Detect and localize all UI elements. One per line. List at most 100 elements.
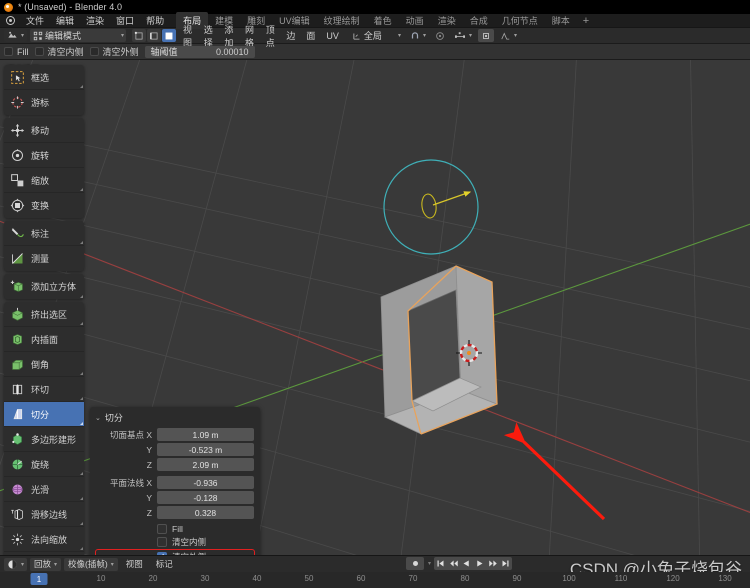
play-reverse-button[interactable] [460, 557, 473, 570]
tool-bevel[interactable]: 倒角 [4, 352, 84, 377]
field-value[interactable]: 2.09 m [157, 458, 254, 471]
menu-add[interactable]: 添加 [220, 23, 238, 49]
tool-label: 旋转 [31, 150, 50, 161]
timeline-editor-icon[interactable]: ▾ [4, 557, 28, 571]
auto-keying-icon[interactable] [406, 557, 424, 570]
timeline-menu-view[interactable]: 视图 [121, 558, 148, 570]
tool-loop-cut[interactable]: 环切 [4, 377, 84, 402]
menu-file[interactable]: 文件 [20, 13, 50, 28]
face-select-mode[interactable] [162, 29, 177, 42]
tool-annotate[interactable]: 标注 [4, 221, 84, 246]
checkbox-box-checked: ✓ [157, 552, 167, 555]
tab-compositing[interactable]: 合成 [463, 12, 495, 29]
prev-keyframe-button[interactable] [447, 557, 460, 570]
field-label: 切面基点 X [109, 429, 152, 440]
keying-popover-button[interactable]: 校像(插帧) ▾ [64, 557, 118, 571]
pivot-point-icon[interactable]: ▾ [451, 29, 475, 42]
tick-40: 40 [252, 574, 262, 583]
field-value[interactable]: -0.936 [157, 476, 254, 489]
operator-field-plane-normal-x[interactable]: 平面法线 X -0.936 [96, 476, 254, 489]
operator-field-plane-point-y[interactable]: Y -0.523 m [96, 443, 254, 456]
timeline-menu-marker[interactable]: 标记 [151, 558, 178, 570]
tool-smooth[interactable]: 光滑 [4, 477, 84, 502]
tool-transform[interactable]: 变换 [4, 193, 84, 218]
tool-measure[interactable]: 测量 [4, 246, 84, 271]
operator-field-plane-point-z[interactable]: Z 2.09 m [96, 458, 254, 471]
tab-geometry-nodes[interactable]: 几何节点 [495, 12, 545, 29]
tool-shrink-fatten[interactable]: 法向缩放 [4, 527, 84, 552]
menu-help[interactable]: 帮助 [140, 13, 170, 28]
operator-checkbox-clear-inner[interactable]: 清空内侧 [96, 536, 254, 548]
tab-rendering[interactable]: 渲染 [431, 12, 463, 29]
select-mode-group [132, 29, 177, 42]
transform-orientation-selector[interactable]: 全局 ▾ [349, 29, 404, 42]
play-button[interactable] [473, 557, 486, 570]
editor-type-icon[interactable]: ▾ [4, 29, 28, 42]
move-icon [9, 122, 26, 139]
vertex-select-mode[interactable] [132, 29, 147, 42]
tool-rotate[interactable]: 旋转 [4, 143, 84, 168]
timeline-editor: ▾ 回放 ▾ 校像(插帧) ▾ 视图 标记 ▾ CSDN @小兔子烧包谷 1 1… [0, 555, 750, 588]
playback-popover-button[interactable]: 回放 ▾ [30, 557, 62, 571]
field-value[interactable]: -0.128 [157, 491, 254, 504]
timeline-playhead[interactable]: 1 [30, 573, 48, 585]
menu-uv[interactable]: UV [322, 31, 343, 41]
tool-edge-slide[interactable]: 滑移边线 [4, 502, 84, 527]
tool-checkbox-clear-inner[interactable]: 清空内侧 [34, 45, 84, 58]
menu-edge[interactable]: 边 [282, 29, 299, 42]
falloff-curve-icon[interactable]: ▾ [497, 29, 520, 42]
menu-edit[interactable]: 编辑 [50, 13, 80, 28]
tool-add-cube[interactable]: 添加立方体 [4, 274, 84, 299]
tool-label: 游标 [31, 98, 50, 108]
tool-scale[interactable]: 缩放 [4, 168, 84, 193]
tool-box-select[interactable]: 框选 [4, 65, 84, 90]
tool-bisect[interactable]: 切分 [4, 402, 84, 427]
mode-selector[interactable]: 编辑模式 ▾ [30, 29, 127, 42]
tool-checkbox-fill[interactable]: Fill [4, 47, 29, 57]
tick-10: 10 [96, 574, 106, 583]
magnet-icon[interactable]: ▾ [407, 29, 429, 42]
tool-spin[interactable]: 旋绕 [4, 452, 84, 477]
next-keyframe-button[interactable] [486, 557, 499, 570]
tool-cursor[interactable]: 游标 [4, 90, 84, 115]
xray-toggle-icon[interactable] [477, 29, 494, 42]
menu-window[interactable]: 窗口 [110, 13, 140, 28]
field-value[interactable]: 1.09 m [157, 428, 254, 441]
tool-label: 倒角 [31, 359, 50, 370]
operator-field-plane-normal-z[interactable]: Z 0.328 [96, 506, 254, 519]
tool-move[interactable]: 移动 [4, 118, 84, 143]
menu-view[interactable]: 视图 [179, 23, 197, 49]
timeline-ruler[interactable]: 1 10 20 30 40 50 60 70 80 90 100 110 120… [0, 572, 750, 588]
menu-vertex[interactable]: 顶点 [262, 23, 280, 49]
tool-inset-faces[interactable]: 内插面 [4, 327, 84, 352]
menu-render[interactable]: 渲染 [80, 13, 110, 28]
operator-field-plane-normal-y[interactable]: Y -0.128 [96, 491, 254, 504]
field-value[interactable]: -0.523 m [157, 443, 254, 456]
axis-threshold-field[interactable]: 轴阈值 0.00010 [144, 45, 255, 58]
tool-shear[interactable]: 切变 [4, 552, 84, 555]
blender-app-icon[interactable] [4, 15, 16, 27]
menu-mesh[interactable]: 网格 [241, 23, 259, 49]
field-value[interactable]: 0.328 [157, 506, 254, 519]
operator-checkbox-clear-outer[interactable]: ✓ 清空外侧 [95, 549, 255, 555]
jump-to-end-button[interactable] [499, 557, 512, 570]
tool-label: 多边形建形 [31, 434, 77, 445]
tool-poly-build[interactable]: 多边形建形 [4, 427, 84, 452]
proportional-edit-icon[interactable] [432, 29, 448, 42]
operator-panel-header[interactable]: ⌄ 切分 [90, 410, 260, 428]
edge-select-mode[interactable] [147, 29, 162, 42]
tool-checkbox-clear-outer[interactable]: 清空外侧 [89, 45, 139, 58]
operator-field-plane-point-x[interactable]: 切面基点 X 1.09 m [96, 428, 254, 441]
menu-bar: 文件 编辑 渲染 窗口 帮助 布局 建模 雕刻 UV编辑 纹理绘制 着色 动画 … [0, 12, 750, 29]
tab-scripting[interactable]: 脚本 [545, 12, 577, 29]
tab-animation[interactable]: 动画 [399, 12, 431, 29]
tab-texture-paint[interactable]: 纹理绘制 [317, 12, 367, 29]
tab-shading[interactable]: 着色 [367, 12, 399, 29]
add-workspace-button[interactable]: + [577, 15, 595, 27]
menu-select[interactable]: 选择 [200, 23, 218, 49]
menu-face[interactable]: 面 [302, 29, 319, 42]
operator-checkbox-fill[interactable]: Fill [96, 524, 254, 534]
tick-60: 60 [356, 574, 366, 583]
tool-extrude-region[interactable]: 挤出选区 [4, 302, 84, 327]
jump-to-start-button[interactable] [434, 557, 447, 570]
